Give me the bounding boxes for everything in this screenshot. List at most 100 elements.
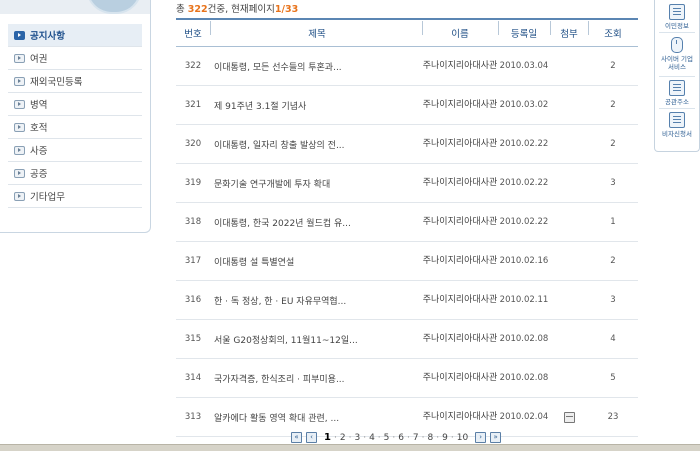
summary-prefix: 총 xyxy=(176,4,188,15)
sidebar-menu: 공지사항여권재외국민등록병역호적사증공증기타업무 xyxy=(8,24,142,208)
row-author: 주나이지리아대사관 xyxy=(422,255,498,266)
table-row: 318 이대통령, 한국 2022년 월드컵 유... 주나이지리아대사관 2010.… xyxy=(176,203,638,242)
page-link[interactable]: 1 xyxy=(324,432,331,443)
page-link[interactable]: 5 xyxy=(384,433,390,443)
table-row: 320 이대통령, 일자리 창출 발상의 전... 주나이지리아대사관 2010.02… xyxy=(176,125,638,164)
row-views: 3 xyxy=(610,178,616,188)
header-attach: 첨부 xyxy=(550,21,588,40)
sidebar-item-2[interactable]: 재외국민등록 xyxy=(8,70,142,93)
table-row: 315 서울 G20정상회의, 11월11~12일... 주나이지리아대사관 2010… xyxy=(176,320,638,359)
sidebar-item-label: 여권 xyxy=(30,54,48,65)
divider xyxy=(659,76,695,77)
row-title-link[interactable]: 이대통령, 한국 2022년 월드컵 유... xyxy=(210,216,422,229)
row-author: 주나이지리아대사관 xyxy=(422,216,498,227)
row-title-link[interactable]: 알카에다 활동 영역 확대 관련, ... xyxy=(210,411,422,424)
row-title-link[interactable]: 이대통령 설 특별연설 xyxy=(210,255,422,268)
arrow-bullet-icon xyxy=(14,122,25,132)
page-link[interactable]: 6 xyxy=(398,433,404,443)
row-number: 316 xyxy=(184,295,202,305)
row-date: 2010.03.04 xyxy=(499,61,549,71)
row-title-link[interactable]: 이대통령, 모든 선수들의 투혼과... xyxy=(210,60,422,73)
sidebar-item-label: 기타업무 xyxy=(30,192,65,203)
row-views: 3 xyxy=(610,295,616,305)
table-row: 316 한 · 독 정상, 한 · EU 자유무역협... 주나이지리아대사관 201… xyxy=(176,281,638,320)
row-title-link[interactable]: 제 91주년 3.1절 기념사 xyxy=(210,99,422,112)
page-link[interactable]: 2 xyxy=(340,433,346,443)
arrow-bullet-icon xyxy=(14,99,25,109)
quick-item-visa-form[interactable]: 비자신청서 xyxy=(655,112,699,138)
row-title-link[interactable]: 이대통령, 일자리 창출 발상의 전... xyxy=(210,138,422,151)
row-number: 318 xyxy=(184,217,202,227)
sidebar-item-1[interactable]: 여권 xyxy=(8,47,142,70)
row-author: 주나이지리아대사관 xyxy=(422,99,498,110)
chevron-left-icon[interactable]: ‹ xyxy=(306,432,317,443)
attachment-file-icon[interactable] xyxy=(563,411,575,423)
page-link[interactable]: 8 xyxy=(428,433,434,443)
table-row: 322 이대통령, 모든 선수들의 투혼과... 주나이지리아대사관 2010.03.… xyxy=(176,47,638,86)
table-body: 322 이대통령, 모든 선수들의 투혼과... 주나이지리아대사관 2010.03.… xyxy=(176,47,638,437)
result-summary: 총 322건중, 현재페이지1/33 xyxy=(176,1,298,15)
header-date: 등록일 xyxy=(498,21,550,40)
sidebar-header xyxy=(0,0,150,14)
double-chevron-right-icon[interactable]: » xyxy=(490,432,502,443)
sidebar-item-0[interactable]: 공지사항 xyxy=(8,24,142,47)
row-number: 315 xyxy=(184,334,202,344)
total-pages: 33 xyxy=(284,4,299,15)
quick-item-label: 사이버 기업서비스 xyxy=(661,55,693,71)
quick-menu-panel: 이민정보 사이버 기업서비스 공관주소 비자신청서 xyxy=(654,0,700,152)
table-row: 319 문화기술 연구개발에 투자 확대 주나이지리아대사관 2010.02.22 3 xyxy=(176,164,638,203)
chevron-right-icon[interactable]: › xyxy=(475,432,487,443)
sidebar-item-7[interactable]: 기타업무 xyxy=(8,185,142,208)
sidebar-item-5[interactable]: 사증 xyxy=(8,139,142,162)
row-number: 321 xyxy=(184,100,202,110)
table-row: 321 제 91주년 3.1절 기념사 주나이지리아대사관 2010.03.02 2 xyxy=(176,86,638,125)
row-views: 2 xyxy=(610,256,616,266)
row-title-link[interactable]: 문화기술 연구개발에 투자 확대 xyxy=(210,177,422,190)
row-title-link[interactable]: 국가자격증, 한식조리 · 피부미용... xyxy=(210,372,422,385)
page-link[interactable]: 9 xyxy=(442,433,448,443)
row-views: 5 xyxy=(610,373,616,383)
row-date: 2010.02.22 xyxy=(499,139,549,149)
sidebar-item-6[interactable]: 공증 xyxy=(8,162,142,185)
quick-item-address[interactable]: 공관주소 xyxy=(655,80,699,106)
page-link[interactable]: 3 xyxy=(354,433,360,443)
page-separator-dot: · xyxy=(363,432,367,443)
quick-item-immigration[interactable]: 이민정보 xyxy=(655,4,699,30)
page-separator-dot: · xyxy=(450,432,454,443)
arrow-bullet-icon xyxy=(14,168,25,178)
sidebar-item-label: 공증 xyxy=(30,169,48,180)
row-date: 2010.02.11 xyxy=(499,295,549,305)
quick-item-cyber-service[interactable]: 사이버 기업서비스 xyxy=(655,37,699,71)
double-chevron-left-icon[interactable]: « xyxy=(291,432,302,443)
page-separator-dot: · xyxy=(392,432,396,443)
sidebar-item-label: 호적 xyxy=(30,123,48,134)
page-link[interactable]: 4 xyxy=(369,433,375,443)
row-views: 4 xyxy=(610,334,616,344)
document-icon xyxy=(669,112,685,128)
row-author: 주나이지리아대사관 xyxy=(422,138,498,149)
page-link[interactable]: 10 xyxy=(457,433,468,443)
row-title-link[interactable]: 서울 G20정상회의, 11월11~12일... xyxy=(210,333,422,346)
row-views: 2 xyxy=(610,100,616,110)
row-author: 주나이지리아대사관 xyxy=(422,60,498,71)
quick-item-label: 이민정보 xyxy=(665,22,689,30)
arrow-bullet-icon xyxy=(14,76,25,86)
page-link[interactable]: 7 xyxy=(413,433,419,443)
row-author: 주나이지리아대사관 xyxy=(422,333,498,344)
row-date: 2010.02.22 xyxy=(499,178,549,188)
arrow-bullet-icon xyxy=(14,145,25,155)
divider xyxy=(659,32,695,33)
summary-middle: 건중, 현재페이지 xyxy=(207,4,275,15)
row-attachment xyxy=(550,411,588,423)
sidebar-item-3[interactable]: 병역 xyxy=(8,93,142,116)
sidebar-item-label: 병역 xyxy=(30,100,48,111)
table-row: 317 이대통령 설 특별연설 주나이지리아대사관 2010.02.16 2 xyxy=(176,242,638,281)
page-separator-dot: · xyxy=(377,432,381,443)
sidebar-item-4[interactable]: 호적 xyxy=(8,116,142,139)
row-title-link[interactable]: 한 · 독 정상, 한 · EU 자유무역협... xyxy=(210,294,422,307)
row-date: 2010.02.22 xyxy=(499,217,549,227)
header-views: 조회 xyxy=(588,21,638,40)
page-separator-dot: · xyxy=(333,432,337,443)
board-icon xyxy=(669,80,685,96)
row-number: 319 xyxy=(184,178,202,188)
